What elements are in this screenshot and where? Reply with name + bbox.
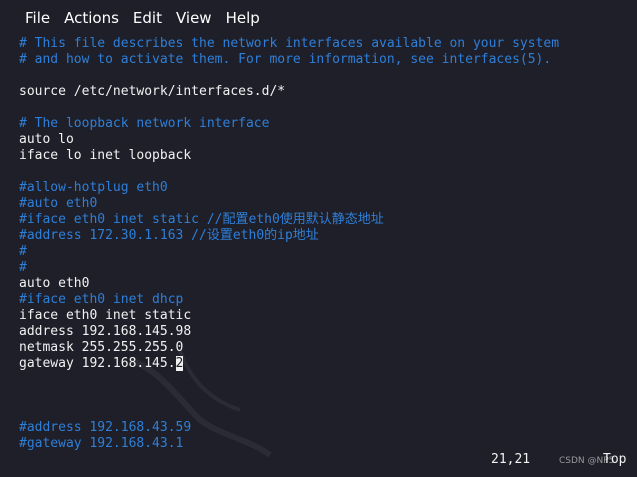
editor-line: iface eth0 inet static	[19, 308, 192, 323]
editor-line: source /etc/network/interfaces.d/*	[19, 84, 286, 99]
editor-line: #address 172.30.1.163 //设置eth0的ip地址	[19, 228, 319, 243]
editor-line: #auto eth0	[19, 196, 98, 211]
editor-line: address 192.168.145.98	[19, 324, 192, 339]
editor-line: #allow-hotplug eth0	[19, 180, 168, 195]
menu-edit[interactable]: Edit	[132, 9, 163, 27]
menu-file[interactable]: File	[24, 9, 51, 27]
line-text: gateway 192.168.145.	[19, 356, 176, 371]
editor-line: auto eth0	[19, 276, 90, 291]
scroll-position: Top	[603, 452, 627, 467]
text-editor[interactable]: # This file describes the network interf…	[19, 36, 637, 477]
text-cursor: 2	[175, 356, 184, 371]
editor-line: #iface eth0 inet static //配置eth0使用默认静态地址	[19, 212, 384, 227]
editor-line: # The loopback network interface	[19, 116, 270, 131]
editor-line: gateway 192.168.145.2	[19, 356, 637, 372]
cursor-position: 21,21	[491, 452, 531, 467]
editor-line: #iface eth0 inet dhcp	[19, 292, 184, 307]
editor-line: #	[19, 260, 27, 275]
editor-line: iface lo inet loopback	[19, 148, 192, 163]
editor-line: netmask 255.255.255.0	[19, 340, 184, 355]
editor-line: #address 192.168.43.59	[19, 420, 192, 435]
editor-line: #gateway 192.168.43.1	[19, 436, 184, 451]
menu-help[interactable]: Help	[225, 9, 261, 27]
editor-line: # This file describes the network interf…	[19, 36, 560, 51]
menu-actions[interactable]: Actions	[63, 9, 120, 27]
menu-view[interactable]: View	[175, 9, 213, 27]
editor-line: #	[19, 244, 27, 259]
editor-line: # and how to activate them. For more inf…	[19, 52, 552, 67]
editor-line: auto lo	[19, 132, 74, 147]
menu-bar: File Actions Edit View Help	[0, 0, 637, 36]
